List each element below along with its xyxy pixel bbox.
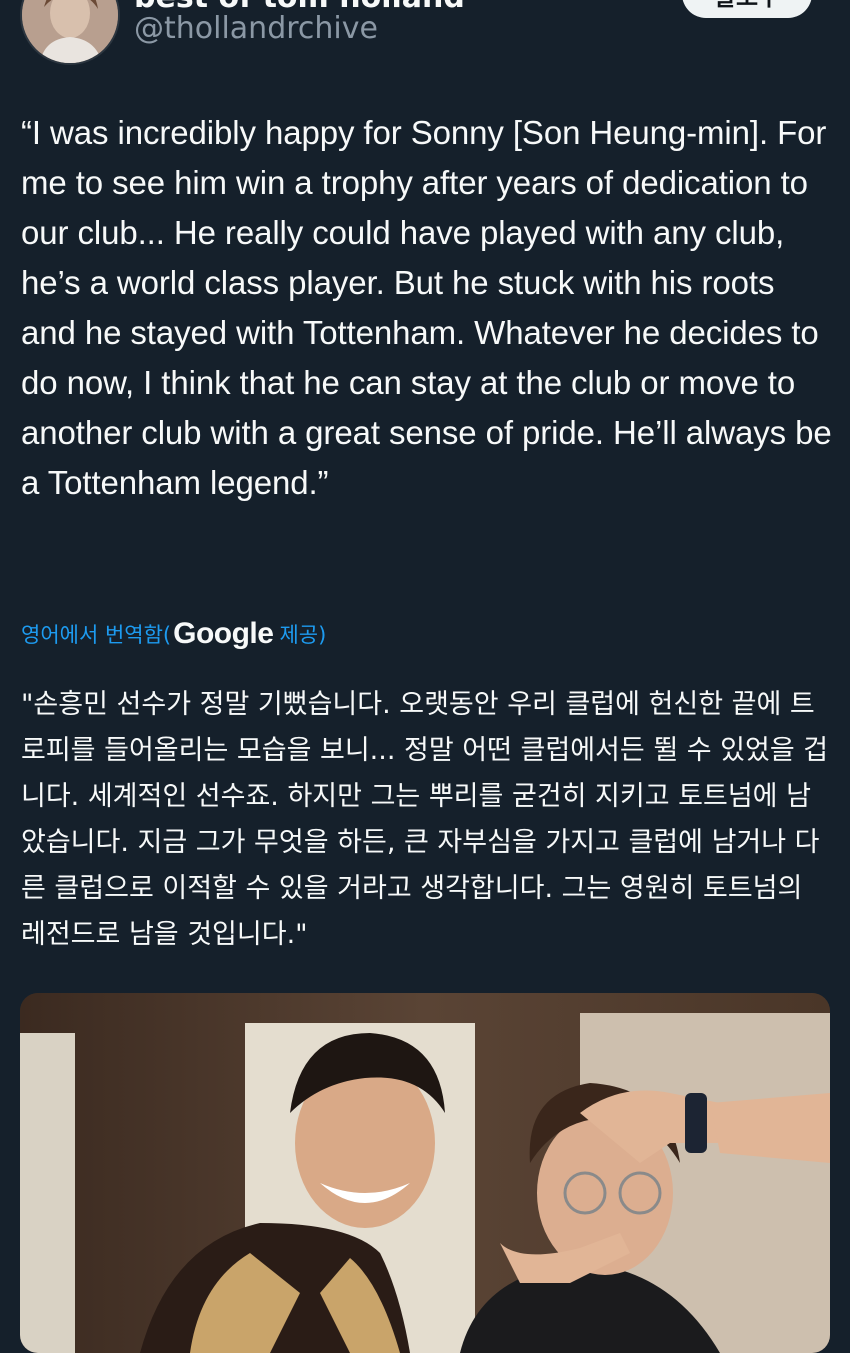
tweet-text: “I was incredibly happy for Sonny [Son H… <box>21 114 832 501</box>
user-handle[interactable]: @thollandrchive <box>134 11 378 46</box>
translation-attribution[interactable]: 영어에서 번역함( Google 제공) <box>21 614 326 654</box>
tweet-photo[interactable] <box>20 993 830 1353</box>
google-logo: Google <box>173 617 274 650</box>
follow-button[interactable]: 팔로우 <box>682 0 812 18</box>
avatar-image <box>22 0 118 63</box>
translated-from-label: 영어에서 번역함( <box>21 623 172 647</box>
tweet-header: best of tom holland @thollandrchive 팔로우 <box>0 0 850 70</box>
avatar[interactable] <box>20 0 120 65</box>
photo-image <box>20 993 830 1353</box>
translated-text: "손흥민 선수가 정말 기뻤습니다. 오랫동안 우리 클럽에 헌신한 끝에 트로… <box>21 689 829 950</box>
provided-label: 제공) <box>279 623 327 647</box>
